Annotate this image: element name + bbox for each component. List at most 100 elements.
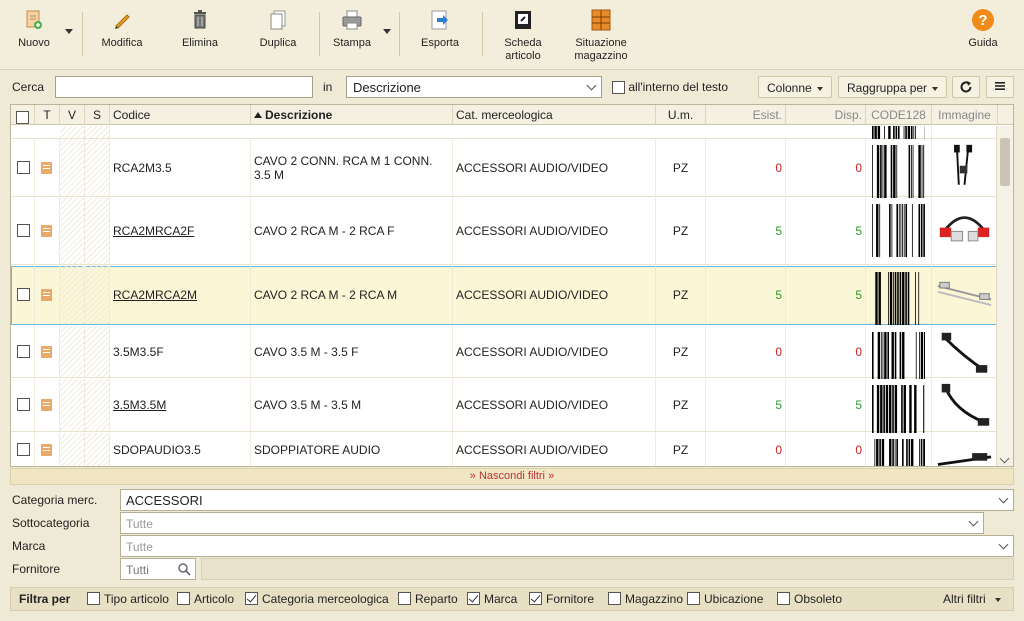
filter-by-option[interactable]: Categoria merceologica (245, 592, 389, 606)
row-checkbox[interactable] (17, 398, 30, 411)
table-row[interactable]: 3.5M3.5F CAVO 3.5 M - 3.5 F ACCESSORI AUDI… (11, 326, 997, 385)
table-row[interactable]: RCA2MRCA2M CAVO 2 RCA M - 2 RCA M ACCESSOR… (11, 266, 997, 325)
filter-by-checkbox[interactable] (777, 592, 790, 605)
barcode-cell (866, 126, 932, 179)
new-dropdown-icon[interactable] (65, 29, 73, 34)
row-checkbox[interactable] (17, 288, 30, 301)
column-header-available[interactable]: Disp. (786, 105, 866, 125)
column-header-category[interactable]: Cat. merceologica (453, 105, 656, 125)
s-cell (85, 379, 110, 431)
column-header-description[interactable]: Descrizione (251, 105, 453, 125)
grid-header: T V S Codice Descrizione Cat. merceologi… (11, 105, 1013, 125)
filter-by-checkbox[interactable] (467, 592, 480, 605)
group-by-button[interactable]: Raggruppa per (838, 76, 948, 98)
filter-by-option[interactable]: Tipo articolo (87, 592, 169, 606)
table-row[interactable]: RCA2MRCA2F CAVO 2 RCA M - 2 RCA F ACCESSOR… (11, 198, 997, 265)
columns-button[interactable]: Colonne (758, 76, 832, 98)
vertical-scrollbar[interactable] (996, 126, 1013, 466)
column-header-code128[interactable]: CODE128 (866, 105, 932, 125)
s-cell (85, 266, 110, 324)
filter-by-option[interactable]: Reparto (398, 592, 458, 606)
item-sheet-button[interactable]: Scheda articolo (496, 4, 550, 66)
code-cell: RCA2MRCA2F (110, 198, 251, 264)
description-cell: CAVO 2 RCA M - 2 RCA M (251, 266, 453, 324)
select-all-checkbox[interactable] (16, 110, 29, 124)
filter-by-option[interactable]: Magazzino (608, 592, 683, 606)
table-row[interactable]: 3.5M3.5M CAVO 3.5 M - 3.5 M ACCESSORI AUDI… (11, 379, 997, 438)
inside-text-option[interactable]: all'interno del testo (612, 80, 728, 95)
filter-brand-row: Marca Tutte (10, 535, 1014, 557)
filter-by-option[interactable]: Ubicazione (687, 592, 763, 606)
search-bar: Cerca in Descrizione all'interno del tes… (0, 70, 1024, 102)
category-cell: ACCESSORI AUDIO/VIDEO (453, 379, 656, 431)
more-filters-button[interactable]: Altri filtri (943, 592, 1002, 606)
item-stock: 0 (775, 160, 782, 175)
category-filter-select[interactable]: ACCESSORI (120, 489, 1014, 511)
barcode-image (872, 145, 925, 198)
category-filter-label: Categoria merc. (12, 493, 98, 507)
filter-by-option[interactable]: Obsoleto (777, 592, 842, 606)
column-header-t[interactable]: T (35, 105, 60, 125)
column-header-code[interactable]: Codice (110, 105, 251, 125)
filter-by-checkbox[interactable] (398, 592, 411, 605)
filter-by-checkbox[interactable] (608, 592, 621, 605)
scroll-down-icon[interactable] (999, 453, 1010, 464)
search-field-select[interactable]: Descrizione (346, 76, 602, 98)
item-code: RCA2MRCA2F (113, 224, 195, 238)
new-button[interactable]: Nuovo (8, 4, 60, 66)
caret-down-icon (995, 597, 1002, 602)
print-button[interactable]: Stampa (326, 4, 378, 66)
filter-by-option[interactable]: Marca (467, 592, 517, 606)
subcategory-filter-select[interactable]: Tutte (120, 512, 984, 534)
refresh-button[interactable] (952, 76, 980, 98)
table-row[interactable] (11, 126, 997, 179)
row-checkbox[interactable] (17, 344, 30, 358)
hide-filters-toggle[interactable]: »︎ Nascondi filtri »︎ (10, 468, 1014, 485)
item-category: ACCESSORI AUDIO/VIDEO (456, 224, 609, 238)
item-category: ACCESSORI AUDIO/VIDEO (456, 442, 609, 457)
column-header-stock[interactable]: Esist. (706, 105, 786, 125)
inside-text-checkbox[interactable] (612, 81, 625, 95)
scrollbar-thumb[interactable] (1000, 138, 1010, 186)
filter-by-option[interactable]: Fornitore (529, 592, 594, 606)
stock-cell: 5 (706, 198, 786, 264)
row-checkbox[interactable] (17, 442, 30, 456)
row-checkbox[interactable] (17, 224, 30, 237)
brand-filter-select[interactable]: Tutte (120, 535, 1014, 557)
item-type-icon (41, 161, 52, 174)
filter-by-checkbox[interactable] (687, 592, 700, 605)
delete-button[interactable]: Elimina (174, 4, 226, 66)
export-button[interactable]: Esporta (413, 4, 467, 66)
item-category: ACCESSORI AUDIO/VIDEO (456, 288, 609, 302)
supplier-filter-input[interactable]: Tutti (120, 558, 196, 580)
duplicate-label: Duplica (259, 37, 297, 49)
trash-icon (194, 10, 206, 29)
column-header-unit[interactable]: U.m. (656, 105, 706, 125)
edit-button[interactable]: Modifica (96, 4, 148, 66)
column-header-s[interactable]: S (85, 105, 110, 125)
stock-cell: 0 (706, 139, 786, 196)
filter-by-checkbox[interactable] (529, 592, 542, 605)
table-row[interactable]: RCA2M3.5 CAVO 2 CONN. RCA M 1 CONN. 3.5 M… (11, 139, 997, 198)
table-row[interactable]: SDOPAUDIO3.5 SDOPPIATORE AUDIO ACCESSORI A… (11, 433, 997, 466)
filter-by-checkbox[interactable] (177, 592, 190, 605)
filter-by-checkbox[interactable] (245, 592, 258, 605)
print-dropdown-icon[interactable] (383, 29, 391, 34)
barcode-image (874, 439, 925, 466)
column-header-v[interactable]: V (60, 105, 85, 125)
description-header-label: Descrizione (265, 108, 333, 122)
filter-by-option[interactable]: Articolo (177, 592, 234, 606)
duplicate-button[interactable]: Duplica (252, 4, 304, 66)
warehouse-status-button[interactable]: Situazione magazzino (570, 4, 632, 66)
menu-button[interactable] (986, 76, 1014, 98)
available-cell: 0 (786, 139, 866, 196)
help-button[interactable]: ? Guida (960, 4, 1006, 66)
row-checkbox[interactable] (17, 160, 30, 174)
search-input[interactable] (55, 76, 313, 98)
filter-by-checkbox[interactable] (87, 592, 100, 605)
available-cell: 0 (786, 433, 866, 466)
search-icon[interactable] (177, 562, 191, 576)
stock-cell: 5 (706, 266, 786, 324)
description-cell: CAVO 2 RCA M - 2 RCA F (251, 198, 453, 264)
column-header-image[interactable]: Immagine (932, 105, 998, 125)
